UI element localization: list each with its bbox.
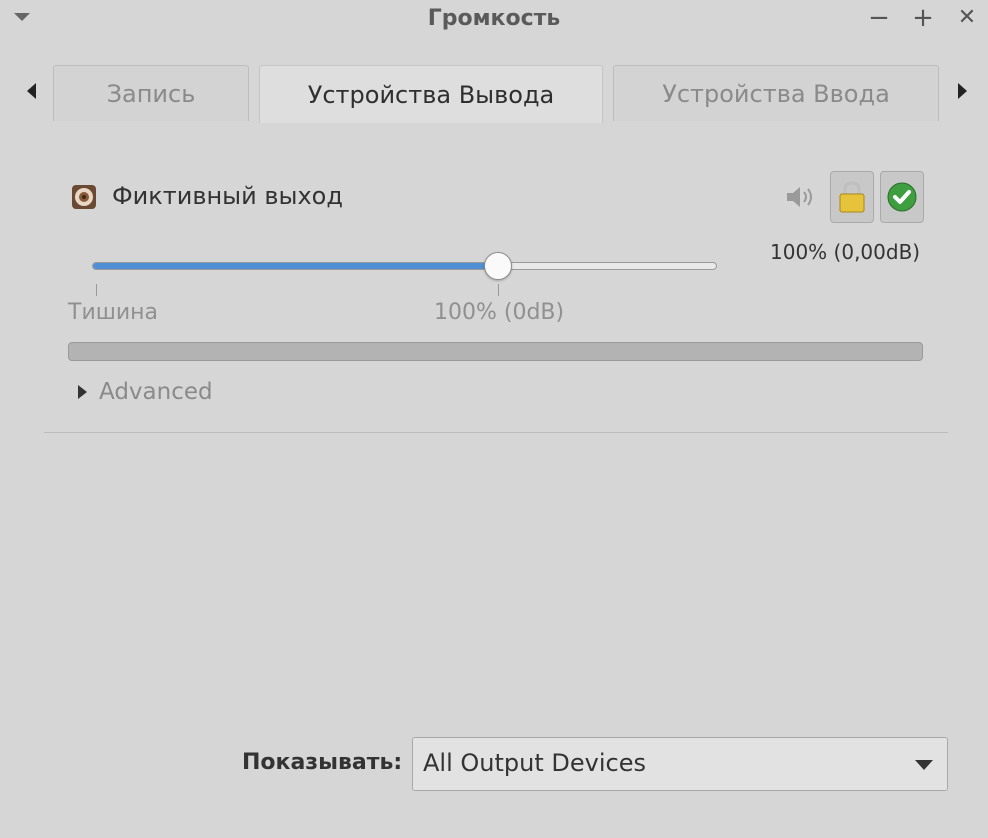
tab-recording[interactable]: Запись — [53, 65, 249, 121]
volume-readout: 100% (0,00dB) — [770, 240, 921, 264]
lock-icon — [839, 181, 865, 213]
tab-scroll-right-icon[interactable] — [952, 80, 972, 102]
close-button[interactable]: ✕ — [954, 6, 980, 32]
speaker-icon — [72, 185, 96, 209]
show-devices-select[interactable]: All Output Devices — [412, 737, 948, 791]
tab-input-devices[interactable]: Устройства Ввода — [613, 65, 939, 121]
show-devices-value: All Output Devices — [423, 749, 646, 777]
show-label: Показывать: — [242, 750, 403, 775]
tick-100 — [498, 284, 499, 296]
tab-scroll-left-icon[interactable] — [22, 80, 42, 102]
tick-silence — [96, 284, 97, 296]
peak-level-meter — [68, 342, 923, 361]
slider-label-silence: Тишина — [68, 300, 159, 325]
maximize-button[interactable]: + — [910, 5, 936, 32]
minimize-button[interactable]: − — [866, 5, 892, 32]
set-default-button[interactable] — [880, 171, 924, 223]
device-name: Фиктивный выход — [112, 182, 343, 210]
dropdown-arrow-icon — [915, 760, 933, 770]
volume-slider-fill — [93, 263, 498, 269]
tab-output-devices[interactable]: Устройства Вывода — [259, 65, 603, 123]
volume-slider-handle[interactable] — [484, 252, 513, 280]
window-title: Громкость — [427, 6, 561, 31]
slider-label-100: 100% (0dB) — [434, 300, 565, 325]
advanced-expander[interactable]: Advanced — [78, 378, 213, 406]
separator — [44, 432, 948, 433]
titlebar: Громкость − + ✕ — [0, 0, 988, 40]
checkmark-icon — [887, 182, 917, 212]
expander-arrow-icon — [78, 385, 87, 399]
lock-channels-button[interactable] — [830, 171, 874, 223]
volume-slider[interactable] — [92, 262, 717, 270]
advanced-label: Advanced — [99, 379, 213, 405]
volume-icon[interactable] — [784, 183, 818, 211]
